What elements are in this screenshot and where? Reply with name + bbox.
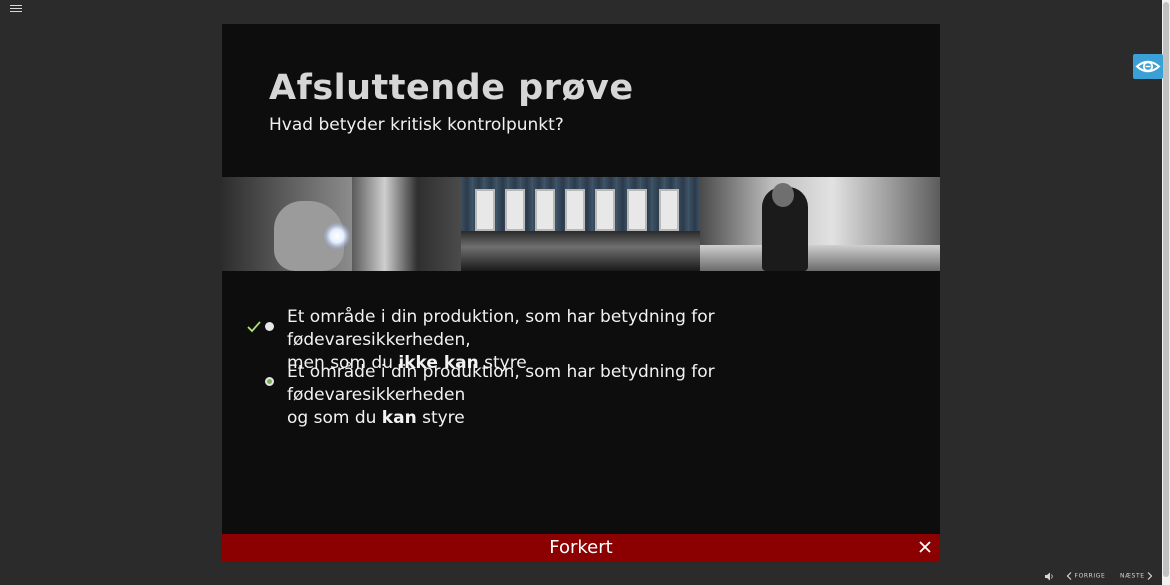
answer-2-line2-bold: kan xyxy=(381,408,417,428)
door-shape xyxy=(505,189,525,231)
scrollbar-track[interactable] xyxy=(1162,0,1170,585)
door-shape xyxy=(595,189,615,231)
correct-check-icon xyxy=(247,321,261,333)
counter-shape xyxy=(700,245,940,271)
feedback-bar: Forkert xyxy=(222,534,940,562)
kitchen-chef-photo xyxy=(700,177,940,271)
hamburger-line xyxy=(10,8,22,9)
speaker-icon xyxy=(1045,572,1053,581)
eye-accessibility-icon xyxy=(1135,60,1161,73)
next-button[interactable]: NÆSTE xyxy=(1120,572,1154,584)
hand-with-light-photo xyxy=(222,177,461,271)
menu-button[interactable] xyxy=(10,5,22,15)
door-shape xyxy=(627,189,647,231)
close-icon[interactable] xyxy=(918,540,932,554)
answer-text-2[interactable]: Et område i din produktion, som har bety… xyxy=(287,361,887,430)
door-shape xyxy=(475,189,495,231)
chevron-right-icon xyxy=(1147,572,1153,580)
suit-shape xyxy=(352,177,461,271)
answer-radio-1[interactable] xyxy=(265,322,274,331)
hamburger-menu-icon xyxy=(10,5,22,6)
answer-1-line1: Et område i din produktion, som har bety… xyxy=(287,307,715,350)
feedback-text: Forkert xyxy=(549,537,613,558)
scrollbar-thumb[interactable] xyxy=(1163,2,1169,577)
door-shape xyxy=(565,189,585,231)
volume-button[interactable] xyxy=(1044,572,1054,584)
chef-head-shape xyxy=(772,183,794,207)
answer-2-line1: Et område i din produktion, som har bety… xyxy=(287,362,715,405)
slide-subtitle: Hvad betyder kritisk kontrolpunkt? xyxy=(269,115,564,135)
door-shape xyxy=(659,189,679,231)
accessibility-button[interactable] xyxy=(1133,54,1163,79)
door-shape xyxy=(535,189,555,231)
slide: Afsluttende prøve Hvad betyder kritisk k… xyxy=(222,24,940,562)
light-glow xyxy=(324,223,350,249)
hamburger-line xyxy=(10,11,22,12)
chevron-left-icon xyxy=(1066,572,1072,580)
next-label: NÆSTE xyxy=(1120,572,1145,580)
row-of-doors-photo xyxy=(461,177,700,271)
answer-2-line2-pre: og som du xyxy=(287,408,382,428)
answer-2-line2-post: styre xyxy=(416,408,465,428)
answer-radio-2[interactable] xyxy=(265,377,274,386)
floor-shape xyxy=(461,231,700,271)
previous-label: FORRIGE xyxy=(1074,572,1106,580)
previous-button[interactable]: FORRIGE xyxy=(1066,572,1108,584)
slide-title: Afsluttende prøve xyxy=(269,68,634,108)
image-strip xyxy=(222,177,940,271)
